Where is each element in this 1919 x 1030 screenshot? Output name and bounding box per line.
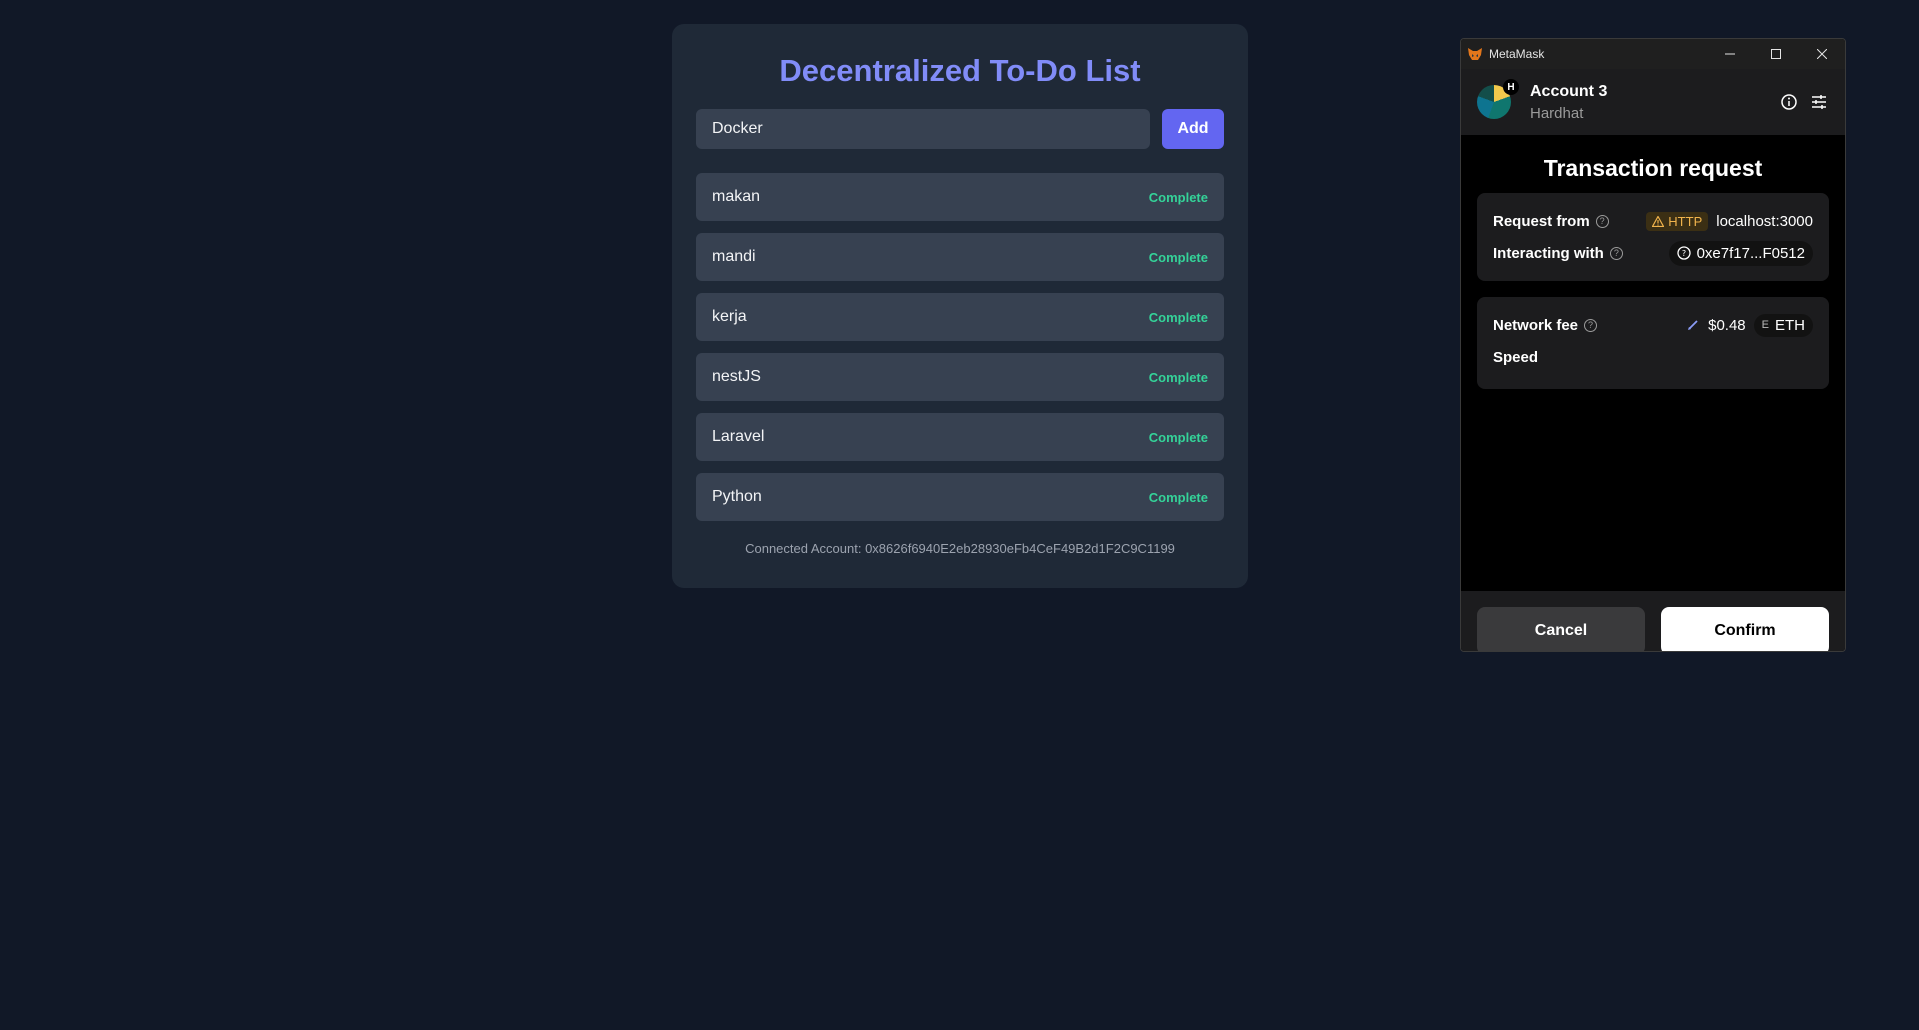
task-item: nestJS Complete [696, 353, 1224, 401]
request-from-row: Request from ? HTTP localhost:3000 [1493, 205, 1813, 237]
network-fee-row: Network fee ? $0.48 E ETH [1493, 309, 1813, 341]
origin-value: localhost:3000 [1716, 212, 1813, 230]
task-text: kerja [712, 308, 747, 325]
help-icon[interactable]: ? [1595, 214, 1609, 228]
complete-button[interactable]: Complete [1149, 190, 1208, 205]
task-item: Laravel Complete [696, 413, 1224, 461]
http-label: HTTP [1668, 213, 1703, 229]
interacting-with-label: Interacting with [1493, 244, 1604, 262]
contract-info: ? 0xe7f17...F0512 [1668, 240, 1813, 266]
add-task-row: Add [696, 109, 1224, 149]
cancel-button[interactable]: Cancel [1477, 607, 1645, 651]
header-actions [1779, 92, 1829, 112]
maximize-icon[interactable] [1753, 39, 1799, 69]
complete-button[interactable]: Complete [1149, 310, 1208, 325]
transaction-title: Transaction request [1543, 155, 1763, 181]
task-text: mandi [712, 248, 756, 265]
confirmation-body: Transaction request Request from ? HTTP [1461, 153, 1845, 591]
interacting-with-row: Interacting with ? ? 0xe7f17...F0512 [1493, 237, 1813, 269]
edit-pencil-icon[interactable] [1686, 318, 1700, 332]
complete-button[interactable]: Complete [1149, 370, 1208, 385]
request-from-label: Request from [1493, 212, 1590, 230]
connected-account: Connected Account: 0x8626f6940E2eb28930e… [745, 541, 1175, 556]
speed-row: Speed [1493, 341, 1813, 373]
request-origin: HTTP localhost:3000 [1646, 211, 1813, 231]
close-icon[interactable] [1799, 39, 1845, 69]
settings-sliders-icon[interactable] [1809, 92, 1829, 112]
network-name: Hardhat [1530, 104, 1584, 122]
network-badge: H [1503, 79, 1519, 95]
fee-token: ETH [1775, 316, 1805, 334]
task-item: makan Complete [696, 173, 1224, 221]
task-input[interactable] [696, 109, 1150, 149]
warning-icon [1652, 215, 1665, 227]
window-titlebar[interactable]: MetaMask [1461, 39, 1845, 69]
complete-button[interactable]: Complete [1149, 250, 1208, 265]
account-header: H Account 3 Hardhat [1461, 69, 1845, 135]
complete-button[interactable]: Complete [1149, 490, 1208, 505]
eth-icon: E [1761, 319, 1769, 331]
metamask-fox-icon [1467, 46, 1483, 62]
task-item: kerja Complete [696, 293, 1224, 341]
speed-label: Speed [1493, 348, 1539, 366]
fee-panel: Network fee ? $0.48 E ETH Speed [1477, 297, 1829, 389]
page: Decentralized To-Do List Add makan Compl… [0, 0, 1919, 1030]
todo-card: Decentralized To-Do List Add makan Compl… [672, 24, 1248, 588]
contract-address: 0xe7f17...F0512 [1696, 244, 1805, 262]
confirm-button[interactable]: Confirm [1661, 607, 1829, 651]
complete-button[interactable]: Complete [1149, 430, 1208, 445]
task-text: makan [712, 188, 761, 205]
account-info: Account 3 Hardhat [1530, 83, 1607, 122]
fee-token-pill[interactable]: E ETH [1753, 313, 1813, 337]
fee-value-group: $0.48 E ETH [1686, 313, 1813, 337]
avatar[interactable]: H [1477, 79, 1519, 119]
window-title: MetaMask [1489, 47, 1545, 61]
task-text: Python [712, 488, 762, 505]
task-item: mandi Complete [696, 233, 1224, 281]
window-controls [1707, 39, 1845, 69]
task-text: nestJS [712, 368, 761, 385]
page-title: Decentralized To-Do List [779, 53, 1141, 88]
request-details-panel: Request from ? HTTP localhost:3000 Inter… [1477, 193, 1829, 281]
add-button[interactable]: Add [1162, 109, 1224, 149]
http-warning-badge: HTTP [1646, 211, 1709, 231]
task-item: Python Complete [696, 473, 1224, 521]
minimize-icon[interactable] [1707, 39, 1753, 69]
help-icon[interactable]: ? [1584, 318, 1598, 332]
task-text: Laravel [712, 428, 765, 445]
info-icon[interactable] [1779, 92, 1799, 112]
fee-value: $0.48 [1708, 316, 1746, 334]
unknown-contract-icon: ? [1676, 246, 1691, 260]
network-fee-label: Network fee [1493, 316, 1579, 334]
task-list: makan Complete mandi Complete kerja Comp… [696, 173, 1224, 521]
contract-address-pill[interactable]: ? 0xe7f17...F0512 [1668, 240, 1813, 266]
help-icon[interactable]: ? [1609, 246, 1623, 260]
action-footer: Cancel Confirm [1461, 591, 1845, 651]
svg-text:?: ? [1681, 249, 1685, 258]
metamask-window: MetaMask H Account 3 Hardhat Transaction… [1460, 38, 1846, 652]
account-name: Account 3 [1530, 82, 1608, 100]
